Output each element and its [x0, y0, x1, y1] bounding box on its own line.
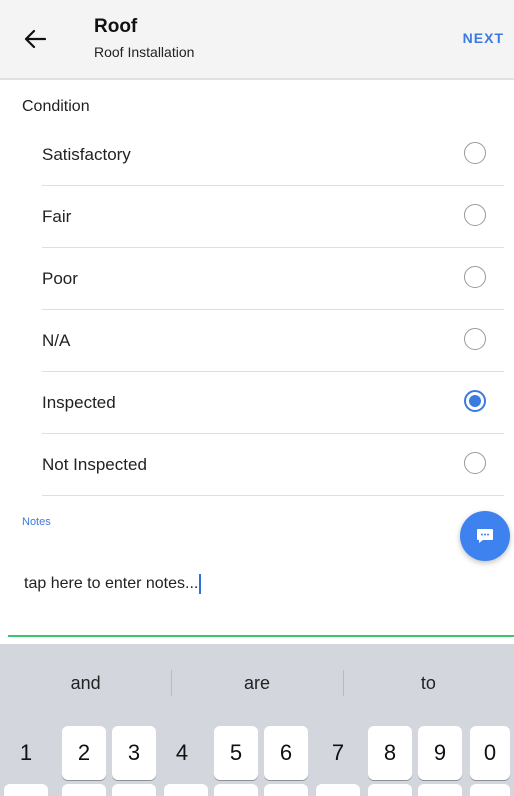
option-label: Satisfactory [42, 145, 131, 164]
option-satisfactory[interactable]: Satisfactory [42, 124, 504, 186]
radio-button[interactable] [464, 142, 486, 164]
key-partial[interactable] [418, 784, 462, 796]
notes-focus-underline [8, 635, 514, 637]
key-1[interactable]: 1 [4, 726, 48, 780]
text-caret [199, 574, 202, 594]
key-9[interactable]: 9 [418, 726, 462, 780]
option-na[interactable]: N/A [42, 310, 504, 372]
radio-button-selected[interactable] [464, 390, 486, 412]
condition-options: Satisfactory Fair Poor N/A Inspected Not… [42, 124, 504, 496]
title-block: Roof Roof Installation [94, 16, 194, 62]
option-label: N/A [42, 331, 71, 350]
radio-button[interactable] [464, 266, 486, 288]
key-5[interactable]: 5 [214, 726, 258, 780]
radio-button[interactable] [464, 204, 486, 226]
back-button[interactable] [18, 22, 52, 56]
key-partial[interactable] [112, 784, 156, 796]
app-header: Roof Roof Installation NEXT [0, 0, 514, 80]
next-button[interactable]: NEXT [463, 30, 504, 46]
option-fair[interactable]: Fair [42, 186, 504, 248]
arrow-left-icon [24, 29, 46, 49]
suggestion-bar: and are to [0, 656, 514, 710]
suggestion-to[interactable]: to [342, 656, 514, 710]
key-partial[interactable] [164, 784, 208, 796]
number-row: 1 2 3 4 5 6 7 8 9 0 [0, 716, 514, 780]
key-4[interactable]: 4 [160, 726, 204, 780]
option-not-inspected[interactable]: Not Inspected [42, 434, 504, 496]
key-partial[interactable] [214, 784, 258, 796]
key-partial[interactable] [470, 784, 510, 796]
key-0[interactable]: 0 [470, 726, 510, 780]
page-title: Roof [94, 16, 138, 37]
option-label: Inspected [42, 393, 116, 412]
notes-input[interactable]: tap here to enter notes... [24, 574, 202, 594]
key-7[interactable]: 7 [316, 726, 360, 780]
key-3[interactable]: 3 [112, 726, 156, 780]
condition-label: Condition [22, 98, 90, 115]
chat-bubble-icon [477, 529, 493, 543]
page-subtitle: Roof Installation [94, 44, 195, 60]
keyboard: and are to 1 2 3 4 5 6 7 8 9 0 [0, 644, 514, 796]
key-partial[interactable] [4, 784, 48, 796]
letter-row-partial [0, 784, 514, 796]
notes-label: Notes [22, 516, 51, 528]
radio-button[interactable] [464, 452, 486, 474]
option-label: Not Inspected [42, 455, 147, 474]
key-8[interactable]: 8 [368, 726, 412, 780]
key-partial[interactable] [368, 784, 412, 796]
radio-button[interactable] [464, 328, 486, 350]
option-poor[interactable]: Poor [42, 248, 504, 310]
notes-text: tap here to enter notes... [24, 575, 199, 592]
option-inspected[interactable]: Inspected [42, 372, 504, 434]
key-6[interactable]: 6 [264, 726, 308, 780]
option-label: Fair [42, 207, 72, 226]
key-partial[interactable] [62, 784, 106, 796]
option-label: Poor [42, 269, 78, 288]
key-partial[interactable] [264, 784, 308, 796]
key-2[interactable]: 2 [62, 726, 106, 780]
suggestion-are[interactable]: are [171, 656, 342, 710]
chat-button[interactable] [460, 511, 510, 561]
suggestion-and[interactable]: and [0, 656, 171, 710]
key-partial[interactable] [316, 784, 360, 796]
